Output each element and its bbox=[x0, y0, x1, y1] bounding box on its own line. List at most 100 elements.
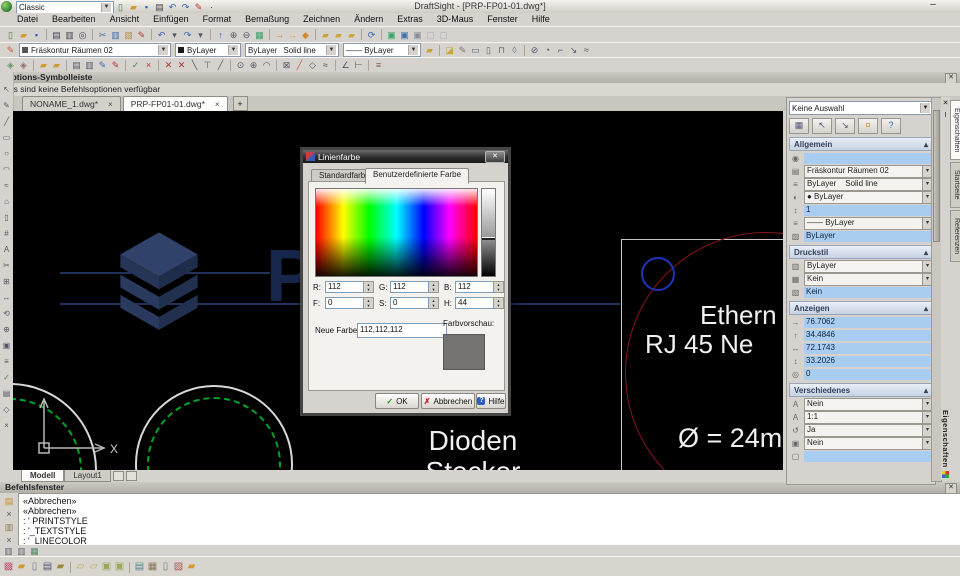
menu-einfügen[interactable]: Einfügen bbox=[146, 13, 196, 26]
pointer-icon[interactable]: ↖ bbox=[1, 84, 12, 96]
dialog-title-bar[interactable]: Linienfarbe ✕ bbox=[303, 150, 508, 163]
folders2-icon[interactable]: ▰ bbox=[50, 59, 63, 71]
share-icon[interactable]: ◆ bbox=[299, 29, 312, 41]
palette-close-icon[interactable]: ✕ bbox=[941, 99, 950, 108]
copy-icon[interactable]: ▥ bbox=[109, 29, 122, 41]
block-icon[interactable]: ▣ bbox=[1, 340, 12, 352]
page-icon[interactable]: ▯ bbox=[159, 560, 172, 574]
property-value[interactable]: 33.2026 bbox=[804, 355, 933, 367]
circle-icon[interactable]: ○ bbox=[1, 148, 12, 160]
line-color-dropdown[interactable]: ByLayer ▼ bbox=[175, 43, 241, 57]
chevron-down-icon[interactable]: ▼ bbox=[228, 45, 238, 55]
printers-icon[interactable]: ▤ bbox=[70, 59, 83, 71]
palette-help-icon[interactable]: ? bbox=[881, 118, 901, 134]
zoom-fit-icon[interactable]: ▦ bbox=[253, 29, 266, 41]
pack-go-icon[interactable]: → bbox=[273, 29, 286, 41]
check-icon[interactable]: ✓ bbox=[129, 59, 142, 71]
menu-extras[interactable]: Extras bbox=[390, 13, 430, 26]
hue-spinner[interactable]: 0 ▴ ▾ bbox=[325, 297, 374, 309]
menu-hilfe[interactable]: Hilfe bbox=[525, 13, 557, 26]
property-value[interactable]: ByLayer Solid line ▾ bbox=[804, 177, 933, 191]
image2-icon[interactable]: ▣ bbox=[398, 29, 411, 41]
print-icon[interactable]: ▤ bbox=[50, 29, 63, 41]
rotate-icon[interactable]: ⟲ bbox=[1, 308, 12, 320]
polygon-icon[interactable]: ⌂ bbox=[1, 196, 12, 208]
box-icon[interactable]: ▦ bbox=[146, 560, 159, 574]
property-value[interactable]: Ja ▾ bbox=[804, 423, 933, 437]
swatch-icon[interactable]: ◈ bbox=[4, 59, 17, 71]
snap-icon[interactable]: ↘ bbox=[567, 44, 580, 56]
property-value[interactable]: —— ByLayer ▾ bbox=[804, 216, 933, 230]
command-history[interactable]: «Abbrechen» «Abbrechen»: ' PRINTSTYLE: '_… bbox=[18, 493, 960, 549]
circle-tool-icon[interactable]: ⊙ bbox=[234, 59, 247, 71]
minimize-button[interactable]: – bbox=[926, 0, 940, 12]
quick-select-icon[interactable]: ↖ bbox=[812, 118, 832, 134]
open-folder-icon[interactable]: ▰ bbox=[15, 560, 28, 574]
sketch-icon[interactable]: ✎ bbox=[1, 100, 12, 112]
image-icon[interactable]: ▣ bbox=[385, 29, 398, 41]
diamond-icon[interactable]: ◊ bbox=[508, 44, 521, 56]
lightness-spinner[interactable]: 44 ▴ ▾ bbox=[455, 297, 504, 309]
pen-icon[interactable]: ✎ bbox=[96, 59, 109, 71]
command-close-icon[interactable]: × bbox=[3, 508, 16, 520]
corner-icon[interactable]: ⌐ bbox=[554, 44, 567, 56]
command-history-icon[interactable]: ▤ bbox=[3, 495, 16, 507]
new-file-icon[interactable]: ▯ bbox=[4, 29, 17, 41]
spinner-arrows-icon[interactable]: ▴ ▾ bbox=[429, 281, 439, 293]
new-tab-button[interactable]: + bbox=[232, 96, 248, 111]
property-value[interactable]: 72.1743 bbox=[804, 342, 933, 354]
deselect-icon[interactable]: ↘ bbox=[835, 118, 855, 134]
chevron-down-icon[interactable]: ▼ bbox=[326, 45, 336, 55]
lightness-value[interactable]: 44 bbox=[455, 297, 494, 309]
blue-spinner[interactable]: 112 ▴ ▾ bbox=[455, 281, 504, 293]
image5-icon[interactable]: ▢ bbox=[437, 29, 450, 41]
layers-icon[interactable]: ≡ bbox=[1, 356, 12, 368]
palette-pin-icon[interactable]: I bbox=[942, 111, 949, 120]
circle-center-icon[interactable]: ⊕ bbox=[247, 59, 260, 71]
line-weight-dropdown[interactable]: —— ByLayer ▼ bbox=[343, 43, 421, 57]
edit-sheet-icon[interactable]: ▤ bbox=[133, 560, 146, 574]
property-value[interactable]: Nein ▾ bbox=[804, 397, 933, 411]
dialog-close-button[interactable]: ✕ bbox=[485, 150, 505, 163]
property-value[interactable] bbox=[804, 152, 933, 164]
flag-filter-icon[interactable]: ¤ bbox=[858, 118, 878, 134]
menu-ansicht[interactable]: Ansicht bbox=[103, 13, 147, 26]
property-value[interactable]: Fräskontur Räumen 02 ▾ bbox=[804, 164, 933, 178]
mirror-icon[interactable]: ◇ bbox=[306, 59, 319, 71]
image4-icon[interactable]: ▢ bbox=[424, 29, 437, 41]
line-icon[interactable]: ╱ bbox=[1, 116, 12, 128]
blue-value[interactable]: 112 bbox=[455, 281, 494, 293]
page-x-icon[interactable]: ▨ bbox=[172, 560, 185, 574]
polyline-icon[interactable]: ≈ bbox=[580, 44, 593, 56]
sheet-tab-layout1[interactable]: Layout1 bbox=[64, 470, 111, 482]
chevron-down-icon[interactable]: ▼ bbox=[101, 3, 111, 12]
qat-print-icon[interactable]: ▤ bbox=[153, 1, 166, 13]
chevron-down-icon[interactable]: ▼ bbox=[408, 45, 418, 55]
property-value[interactable] bbox=[804, 450, 933, 462]
pattern-icon[interactable]: ⊞ bbox=[1, 276, 12, 288]
property-value[interactable]: ByLayer ▾ bbox=[804, 259, 933, 273]
palette-tab-referenzen[interactable]: Referenzen bbox=[950, 209, 960, 263]
document-tab-prp-fp01-01-dwg-[interactable]: PRP-FP01-01.dwg* × bbox=[122, 96, 228, 111]
property-value[interactable]: Kein ▾ bbox=[804, 272, 933, 286]
qat-save-icon[interactable]: ▪ bbox=[140, 1, 153, 13]
delete2-icon[interactable]: ✕ bbox=[175, 59, 188, 71]
close-tab-icon[interactable]: × bbox=[215, 100, 220, 109]
chevron-down-icon[interactable]: ▼ bbox=[158, 45, 168, 55]
folders-icon[interactable]: ▰ bbox=[37, 59, 50, 71]
section-header-verschiedenes[interactable]: Verschiedenes ▴ bbox=[789, 383, 933, 397]
red-spinner[interactable]: 112 ▴ ▾ bbox=[325, 281, 374, 293]
check-tool-icon[interactable]: ✓ bbox=[1, 372, 12, 384]
rectangle-tool-icon[interactable]: ▭ bbox=[1, 132, 12, 144]
color-spectrum-picker[interactable] bbox=[315, 188, 478, 277]
help-button[interactable]: ? Hilfe bbox=[476, 393, 506, 409]
undo-icon[interactable]: ↶ bbox=[155, 29, 168, 41]
qat-new-icon[interactable]: ▯ bbox=[114, 1, 127, 13]
palette-tab-startseite[interactable]: Startseite bbox=[950, 162, 960, 208]
point-icon[interactable]: ▯ bbox=[1, 212, 12, 224]
spline-icon[interactable]: ≈ bbox=[1, 180, 12, 192]
delete-tool-icon[interactable]: × bbox=[1, 420, 12, 432]
cut-icon[interactable]: ✂ bbox=[96, 29, 109, 41]
save-icon[interactable]: ▪ bbox=[30, 29, 43, 41]
viewport-icon[interactable]: ▯ bbox=[482, 44, 495, 56]
